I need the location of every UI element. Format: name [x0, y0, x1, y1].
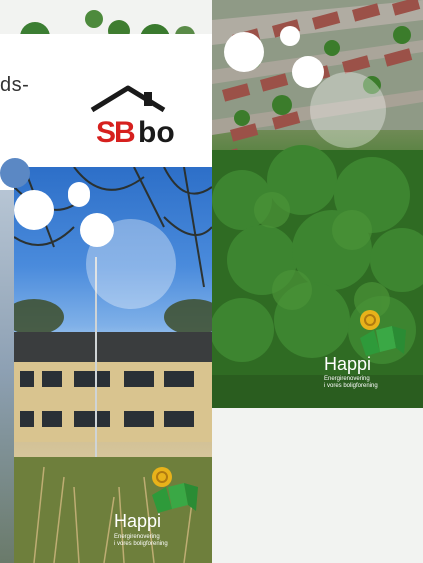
happi-tagline-2: i vores boligforening	[114, 541, 168, 547]
bubble	[280, 26, 300, 46]
happi-tagline-2: i vores boligforening	[324, 383, 378, 389]
bubble	[86, 219, 176, 309]
bubble	[224, 32, 264, 72]
logo-b: B	[114, 116, 136, 148]
bubble	[310, 72, 386, 148]
happi-brand: Happi	[324, 354, 372, 374]
logo-s: S	[96, 116, 116, 148]
bubble	[0, 158, 30, 188]
brochure-text-fragment: ds-	[0, 74, 30, 96]
happi-brand: Happi	[114, 511, 162, 531]
bubble	[14, 190, 54, 230]
happi-tagline-1: Energirenovering	[114, 534, 160, 540]
sbbo-logo-icon: S B bo	[90, 85, 175, 148]
happi-tagline-1: Energirenovering	[324, 376, 370, 382]
happi-brochure-aerial: Happi Energirenovering i vores boligfore…	[212, 0, 423, 408]
bubble	[68, 182, 90, 204]
logo-bo: bo	[138, 116, 175, 148]
